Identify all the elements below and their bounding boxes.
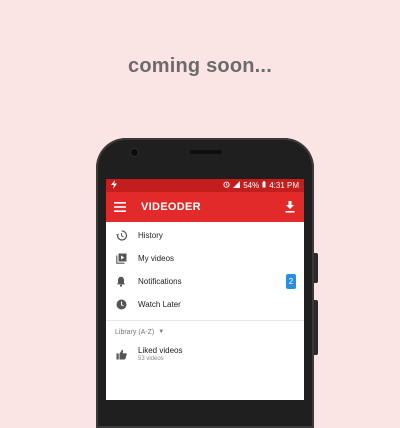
notification-count-badge: 2 xyxy=(286,274,296,289)
menu-item-history[interactable]: History xyxy=(106,224,304,247)
volume-button xyxy=(314,253,318,283)
liked-videos-title: Liked videos xyxy=(138,346,183,355)
power-button xyxy=(314,300,318,355)
menu-item-watch-later[interactable]: Watch Later xyxy=(106,293,304,316)
menu-item-label: My videos xyxy=(138,254,175,263)
history-icon xyxy=(115,230,127,242)
hamburger-menu-icon[interactable] xyxy=(113,200,127,214)
library-item-liked-videos[interactable]: Liked videos 53 videos xyxy=(106,343,304,365)
bell-icon xyxy=(115,276,127,288)
caret-down-icon: ▼ xyxy=(158,329,165,335)
library-sort-dropdown[interactable]: Library (A-Z) ▼ xyxy=(106,321,304,343)
download-icon[interactable] xyxy=(283,200,297,214)
clock-icon xyxy=(115,299,127,311)
menu-item-my-videos[interactable]: My videos xyxy=(106,247,304,270)
app-bar: VIDEODER xyxy=(106,192,304,222)
coming-soon-headline: coming soon... xyxy=(128,55,272,77)
menu-item-label: Watch Later xyxy=(138,300,181,309)
video-library-icon xyxy=(115,253,127,265)
navigation-menu: History My videos Notifications 2 Watch … xyxy=(106,222,304,316)
signal-icon xyxy=(233,181,241,190)
menu-item-label: History xyxy=(138,231,163,240)
library-header-label: Library (A-Z) xyxy=(115,328,155,336)
app-title: VIDEODER xyxy=(141,201,201,213)
battery-icon xyxy=(262,181,266,190)
battery-level: 54% xyxy=(243,181,260,190)
charging-bolt-icon xyxy=(111,180,117,191)
liked-videos-count: 53 videos xyxy=(138,356,164,362)
thumbs-up-icon xyxy=(115,348,127,360)
menu-item-label: Notifications xyxy=(138,277,182,286)
front-camera xyxy=(131,149,138,156)
clock-time: 4:31 PM xyxy=(269,181,299,190)
earpiece-speaker xyxy=(190,150,222,154)
status-bar: 54% 4:31 PM xyxy=(106,179,304,192)
alarm-icon xyxy=(223,181,230,190)
menu-item-notifications[interactable]: Notifications 2 xyxy=(106,270,304,293)
phone-screen: 54% 4:31 PM VIDEODER History My videos N… xyxy=(106,179,304,400)
